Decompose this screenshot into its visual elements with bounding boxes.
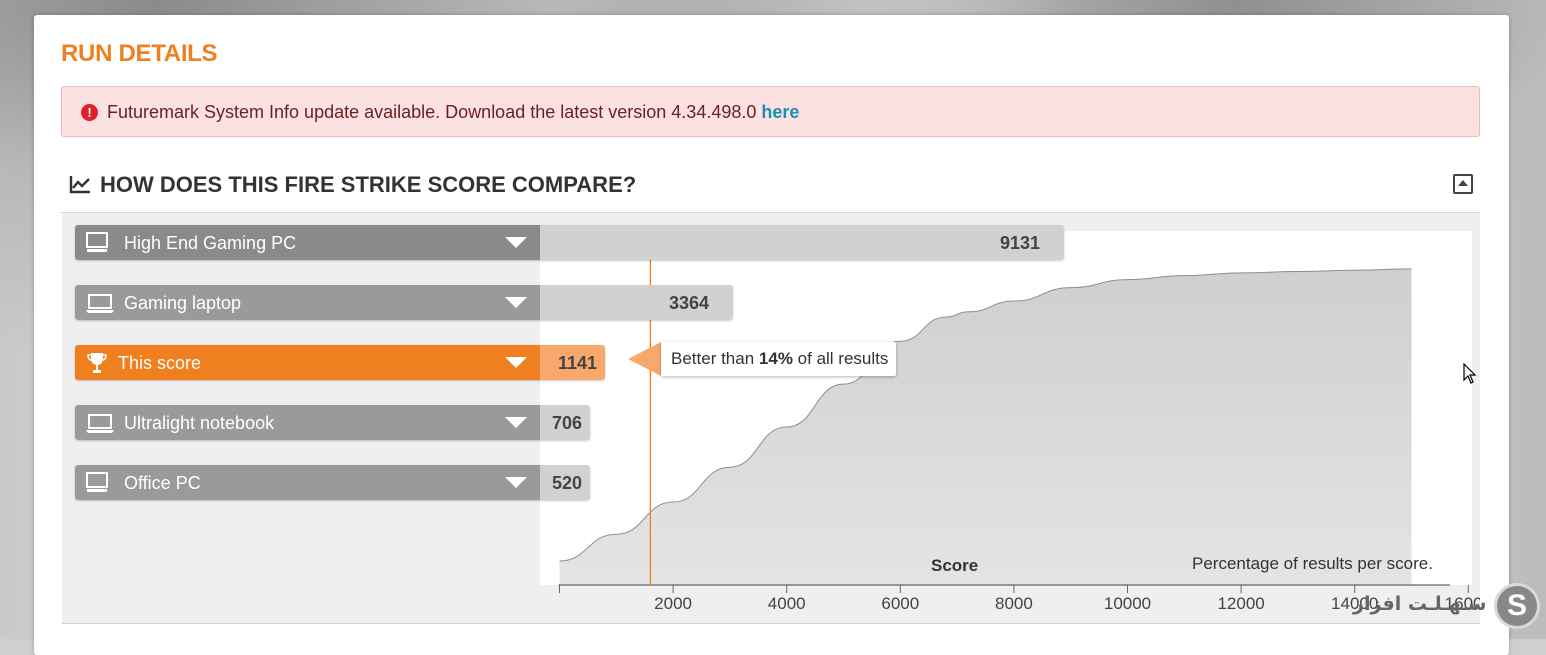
score-value: 1141 (557, 353, 597, 373)
section-title: HOW DOES THIS FIRE STRIKE SCORE COMPARE? (100, 172, 637, 197)
laptop-icon (85, 411, 115, 440)
chevron-down-icon[interactable] (505, 357, 527, 368)
desktop-monitor-icon (85, 231, 111, 260)
tooltip-arrow (628, 342, 661, 376)
score-row: Office PC 520 (75, 465, 590, 500)
trophy-icon (87, 351, 107, 380)
tooltip-suffix: of all results (797, 349, 889, 368)
score-row: This score 1141 (75, 345, 605, 380)
error-exclamation-icon: ! (81, 104, 98, 121)
x-tick-label: 12000 (1217, 594, 1264, 613)
system-info-alert: ! Futuremark System Info update availabl… (61, 86, 1480, 137)
line-chart-icon (69, 176, 90, 194)
tooltip-percent: 14% (758, 349, 793, 368)
chevron-down-icon[interactable] (505, 477, 527, 488)
mouse-pointer-icon (1463, 363, 1477, 384)
score-row: Gaming laptop 3364 (75, 285, 733, 320)
score-row-selector[interactable]: Office PC (75, 465, 540, 500)
watermark-text: سـهـلـت افزار (1353, 593, 1487, 615)
score-bar: 520 (540, 465, 590, 500)
chevron-down-icon[interactable] (505, 417, 527, 428)
score-bar: 9131 (540, 225, 1064, 260)
alert-message: Futuremark System Info update available.… (107, 102, 799, 123)
chevron-down-icon[interactable] (505, 237, 527, 248)
score-bar: 706 (540, 405, 590, 440)
score-value: 9131 (999, 233, 1040, 253)
collapse-up-icon[interactable] (1453, 174, 1473, 194)
score-row-selector[interactable]: Ultralight notebook (75, 405, 540, 440)
compare-section-header: HOW DOES THIS FIRE STRIKE SCORE COMPARE? (61, 160, 1480, 213)
score-row-label: Ultralight notebook (124, 413, 275, 433)
chevron-down-icon[interactable] (505, 297, 527, 308)
score-row: High End Gaming PC 9131 (75, 225, 1064, 260)
score-row-selector[interactable]: This score (75, 345, 540, 380)
x-axis-label: Score (931, 556, 979, 575)
score-value: 520 (551, 473, 582, 493)
tooltip-prefix: Better than (671, 349, 755, 368)
score-row-selector[interactable]: High End Gaming PC (75, 225, 540, 260)
score-value: 706 (551, 413, 582, 433)
x-tick-label: 8000 (995, 594, 1033, 613)
score-row-label: High End Gaming PC (124, 233, 297, 253)
score-row-selector[interactable]: Gaming laptop (75, 285, 540, 320)
score-bar: 3364 (540, 285, 733, 320)
x-tick-label: 10000 (1104, 594, 1151, 613)
desktop-monitor-icon (85, 471, 111, 500)
score-value: 3364 (668, 293, 709, 313)
download-here-link[interactable]: here (761, 102, 799, 122)
page-title: RUN DETAILS (61, 40, 218, 67)
score-row-label: This score (118, 353, 202, 373)
score-row-label: Office PC (124, 473, 201, 493)
laptop-icon (85, 291, 115, 320)
chart-annotation: Percentage of results per score. (1192, 554, 1433, 573)
x-tick-label: 6000 (881, 594, 919, 613)
x-tick-label: 2000 (654, 594, 692, 613)
watermark-logo: S (1494, 583, 1540, 629)
alert-message-text: Futuremark System Info update available.… (107, 102, 757, 122)
x-tick-label: 4000 (768, 594, 806, 613)
score-row-label: Gaming laptop (124, 293, 242, 313)
score-row: Ultralight notebook 706 (75, 405, 590, 440)
better-than-tooltip: Better than 14% of all results (661, 342, 897, 376)
score-bar: 1141 (540, 345, 605, 380)
